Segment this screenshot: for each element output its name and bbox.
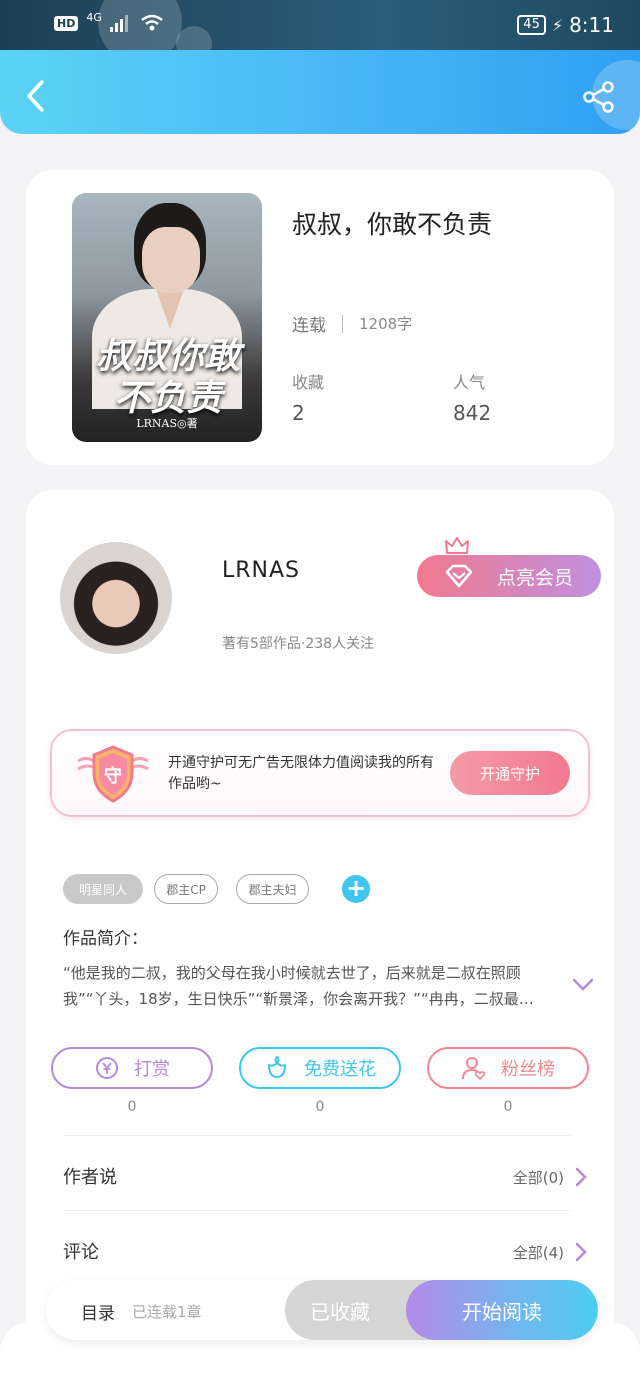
cover-figure-face: [142, 227, 200, 293]
popularity-label: 人气: [453, 373, 486, 392]
share-icon[interactable]: [582, 80, 616, 114]
author-name[interactable]: LRNAS: [222, 558, 300, 583]
guard-shield-icon: 守: [77, 745, 149, 803]
book-status: 连载 1208字: [292, 311, 412, 336]
toc-button[interactable]: 目录: [81, 1299, 115, 1324]
author-avatar[interactable]: [60, 542, 172, 654]
clock: 8:11: [569, 13, 614, 37]
reward-button[interactable]: 打赏: [51, 1047, 213, 1089]
guard-banner: 守 开通守护可无广告无限体力值阅读我的所有作品哟~ 开通守护: [50, 729, 590, 817]
open-guard-button[interactable]: 开通守护: [450, 751, 570, 795]
charging-icon: ⚡: [551, 15, 564, 35]
send-flower-label: 免费送花: [304, 1059, 376, 1080]
guard-shield-char: 守: [104, 765, 122, 787]
wifi-icon: [141, 14, 163, 31]
chevron-right-icon[interactable]: [574, 1242, 588, 1262]
battery-indicator: 45: [517, 15, 546, 35]
intro-label: 作品简介：: [63, 929, 148, 949]
guard-text: 开通守护可无广告无限体力值阅读我的所有作品哟~: [168, 755, 434, 792]
book-cover[interactable]: 叔叔你敢不负责 LRNAS◎著: [72, 193, 262, 442]
cover-author: LRNAS◎著: [136, 417, 198, 430]
fan-ranking-button[interactable]: 粉丝榜: [427, 1047, 589, 1089]
cover-title: 叔叔你敢不负责: [95, 335, 240, 419]
intro-text: “他是我的二叔，我的父母在我小时候就去世了，后来就是二叔在照顾我”“丫头，18岁…: [63, 964, 534, 1008]
status-right: 45 ⚡ 8:11: [517, 13, 614, 37]
top-navbar: [0, 50, 640, 134]
book-info-card: 叔叔你敢不负责 LRNAS◎著 叔叔，你敢不负责 连载 1208字 收藏 2 人…: [26, 170, 614, 465]
divider: [63, 1135, 571, 1136]
flower-count: 0: [315, 1099, 325, 1115]
network-label: 4G: [86, 10, 102, 24]
serial-status: 连载: [292, 316, 326, 336]
crown-icon: [445, 537, 469, 554]
signal-icon: [109, 15, 128, 32]
status-bar: HD 4G 45 ⚡ 8:11: [0, 0, 640, 64]
back-icon[interactable]: [22, 78, 52, 114]
reward-label: 打赏: [134, 1059, 170, 1080]
tag-item[interactable]: 郡主CP: [154, 874, 218, 904]
fan-count: 0: [503, 1099, 513, 1115]
start-reading-button[interactable]: 开始阅读: [406, 1280, 598, 1340]
favorites-value: 2: [292, 401, 305, 425]
status-left: HD 4G: [54, 10, 164, 32]
author-says-label: 作者说: [63, 1167, 117, 1188]
popularity-value: 842: [453, 401, 492, 425]
vip-button[interactable]: 点亮会员: [417, 555, 601, 597]
diamond-icon: [445, 564, 473, 588]
divider: [63, 1210, 571, 1211]
author-meta: 著有5部作品·238人关注: [222, 636, 375, 652]
divider: [342, 314, 343, 333]
chevron-right-icon[interactable]: [574, 1167, 588, 1187]
yen-coin-icon: [96, 1057, 118, 1079]
vip-label: 点亮会员: [496, 566, 573, 589]
tag-item[interactable]: 明星同人: [63, 874, 143, 904]
fan-ranking-label: 粉丝榜: [501, 1059, 555, 1080]
expand-chevron-icon[interactable]: [572, 978, 594, 992]
book-title: 叔叔，你敢不负责: [292, 210, 493, 239]
word-count: 1208字: [359, 315, 413, 333]
add-tag-button[interactable]: +: [342, 875, 370, 903]
favorites-label: 收藏: [292, 373, 325, 392]
tag-item[interactable]: 郡主夫妇: [236, 874, 309, 904]
book-detail-card: LRNAS 著有5部作品·238人关注 点亮会员 守 开通守护可无广告无限体力值…: [26, 490, 614, 1387]
serial-chapter-count: 已连载1章: [132, 1303, 202, 1321]
fan-user-heart-icon: [462, 1057, 486, 1081]
comments-label: 评论: [63, 1242, 99, 1263]
comments-all-link[interactable]: 全部(4): [513, 1242, 564, 1263]
bottom-action-bar: 目录 已连载1章 已收藏 开始阅读: [46, 1280, 598, 1340]
author-says-all-link[interactable]: 全部(0): [513, 1167, 564, 1188]
send-flower-button[interactable]: 免费送花: [239, 1047, 401, 1089]
flower-icon: [268, 1055, 286, 1078]
hd-badge: HD: [54, 15, 79, 31]
reward-count: 0: [127, 1099, 137, 1115]
